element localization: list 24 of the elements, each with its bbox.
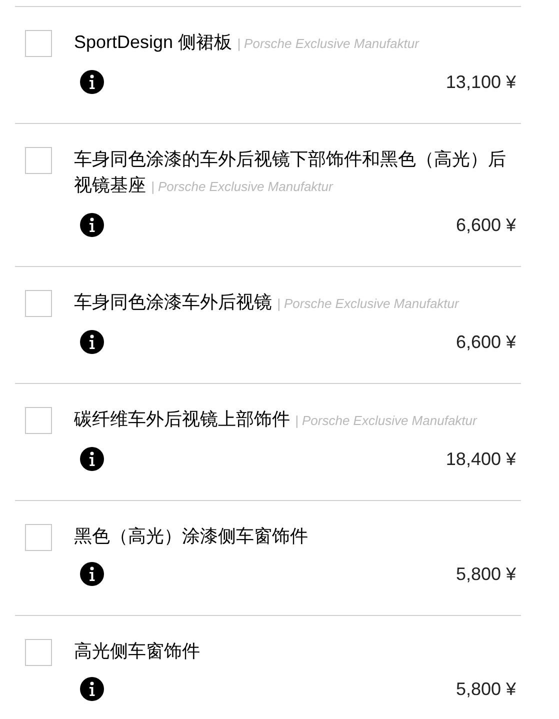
checkbox[interactable] [25,290,52,317]
checkbox[interactable] [25,147,52,174]
price: 18,400 ¥ [446,448,516,470]
price: 6,600 ¥ [456,330,516,354]
info-icon[interactable] [80,213,104,237]
price: 13,100 ¥ [446,70,516,94]
checkbox[interactable] [25,30,52,57]
option-title: 碳纤维车外后视镜上部饰件 | Porsche Exclusive Manufaktur [74,408,478,431]
price: 5,800 ¥ [456,678,516,700]
option-title: 车身同色涂漆车外后视镜 | Porsche Exclusive Manufaktur [74,291,460,314]
option-title: 车身同色涂漆的车外后视镜下部饰件和黑色（高光）后视镜基座 | Porsche Exclusive Manufaktur [74,148,507,197]
checkbox[interactable] [25,639,52,666]
price: 6,600 ¥ [456,214,516,236]
option-title: 高光侧车窗饰件 [74,640,201,663]
info-icon[interactable] [80,562,104,586]
info-icon[interactable] [80,677,104,701]
info-icon[interactable] [80,330,104,354]
checkbox[interactable] [25,407,52,434]
option-title: 黑色（高光）涂漆侧车窗饰件 [74,525,309,548]
option-title: SportDesign 侧裙板 | Porsche Exclusive Manufaktur [74,31,420,54]
info-icon[interactable] [80,70,104,94]
checkbox[interactable] [25,524,52,551]
price: 5,800 ¥ [456,562,516,586]
info-icon[interactable] [80,447,104,471]
